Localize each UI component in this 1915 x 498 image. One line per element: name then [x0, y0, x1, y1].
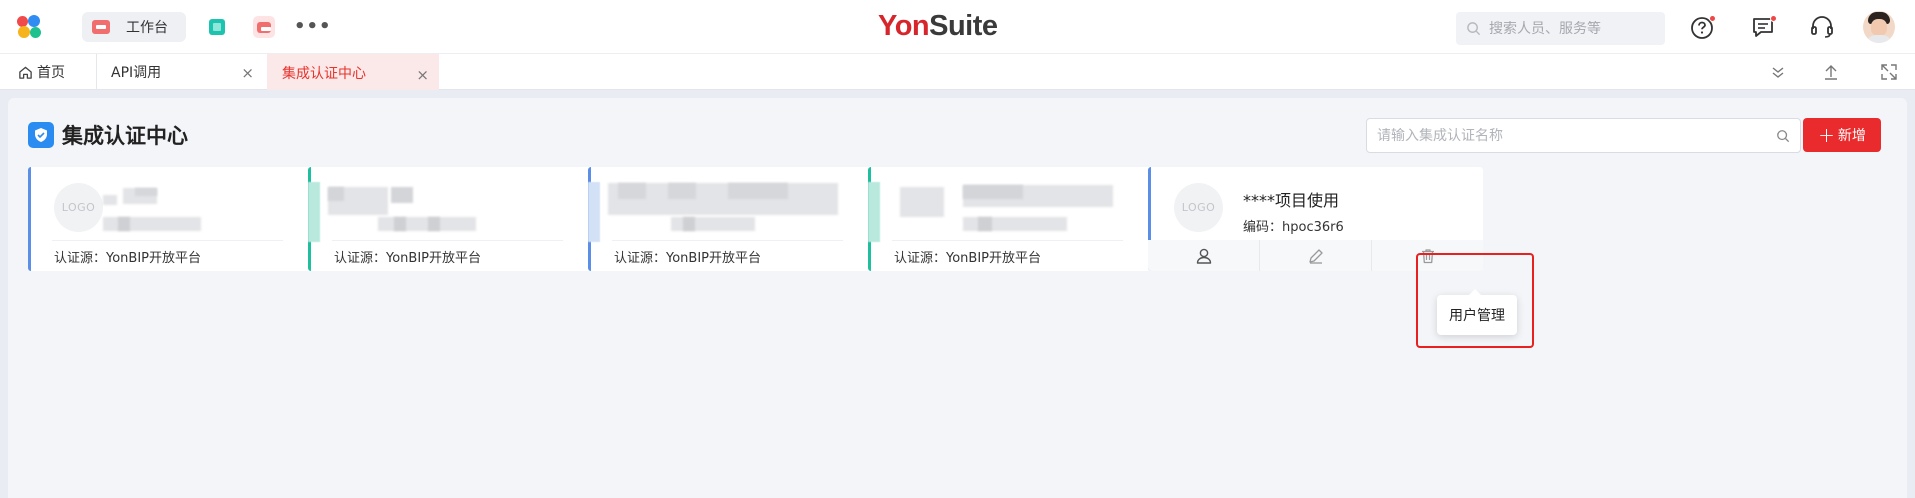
brand-part1: Yon	[878, 10, 930, 42]
card-source: 认证源：YonBIP开放平台	[614, 251, 761, 266]
fullscreen-icon[interactable]	[1879, 62, 1899, 82]
page-title: 集成认证中心	[28, 120, 188, 150]
workspace-tab-label: 工作台	[126, 20, 168, 36]
tab-api[interactable]: API调用 ×	[96, 54, 264, 90]
red-app-icon[interactable]	[253, 16, 275, 38]
tab-home-label: 首页	[37, 65, 65, 81]
home-icon	[19, 66, 32, 79]
chevron-down-icon[interactable]	[1768, 62, 1788, 82]
page-tabs: 首页 API调用 × 集成认证中心 ×	[0, 54, 1915, 90]
search-icon[interactable]	[1776, 129, 1790, 143]
auth-search-input[interactable]	[1377, 127, 1776, 144]
notification-dot	[1709, 15, 1716, 22]
close-icon[interactable]: ×	[416, 66, 429, 84]
shield-icon	[28, 122, 54, 148]
help-icon[interactable]	[1690, 14, 1716, 40]
headset-icon[interactable]	[1809, 14, 1835, 40]
global-search[interactable]	[1456, 12, 1665, 45]
main-panel: 集成认证中心 + 新增 LOGO 认证源：YonBIP开放平台 认证源：YonB…	[8, 98, 1907, 498]
card-source: 认证源：YonBIP开放平台	[334, 251, 481, 266]
tab-api-label: API调用	[111, 65, 162, 81]
edit-icon	[1308, 248, 1323, 264]
card-logo: LOGO	[54, 183, 103, 232]
cube-app-icon[interactable]	[209, 19, 225, 35]
workspace-tab[interactable]: 工作台	[82, 12, 186, 42]
more-apps-button[interactable]: •••	[294, 16, 332, 37]
user-icon	[1196, 248, 1211, 264]
add-button[interactable]: + 新增	[1803, 118, 1881, 152]
upload-icon[interactable]	[1821, 62, 1841, 82]
page-title-text: 集成认证中心	[62, 124, 188, 148]
card-name: ****项目使用	[1243, 191, 1340, 210]
auth-search[interactable]	[1366, 118, 1801, 153]
annotation-highlight-box	[1416, 253, 1534, 348]
notification-dot	[1770, 15, 1777, 22]
card-source: 认证源：YonBIP开放平台	[54, 251, 201, 266]
plus-icon: +	[1818, 123, 1835, 147]
workspace-card-icon	[92, 20, 110, 34]
tab-integration-auth[interactable]: 集成认证中心 ×	[267, 54, 439, 90]
card-logo: LOGO	[1174, 183, 1223, 232]
add-button-label: 新增	[1837, 128, 1866, 144]
avatar[interactable]	[1863, 11, 1895, 43]
global-search-input[interactable]	[1489, 20, 1659, 37]
user-manage-button[interactable]	[1148, 240, 1260, 271]
search-icon	[1467, 22, 1481, 36]
card-source: 认证源：YonBIP开放平台	[894, 251, 1041, 266]
brand-part2: Suite	[929, 10, 998, 42]
top-header: 工作台 ••• YonSuite	[0, 0, 1915, 54]
card-code: 编码：hpoc36r6	[1243, 220, 1344, 235]
message-icon[interactable]	[1751, 14, 1777, 40]
app-logo-icon[interactable]	[17, 15, 47, 39]
tab-home[interactable]: 首页	[18, 54, 65, 90]
tab-active-label: 集成认证中心	[282, 66, 366, 82]
brand-logo: YonSuite	[878, 10, 998, 43]
edit-button[interactable]	[1260, 240, 1372, 271]
close-icon[interactable]: ×	[241, 64, 254, 82]
card-accent	[28, 167, 31, 271]
